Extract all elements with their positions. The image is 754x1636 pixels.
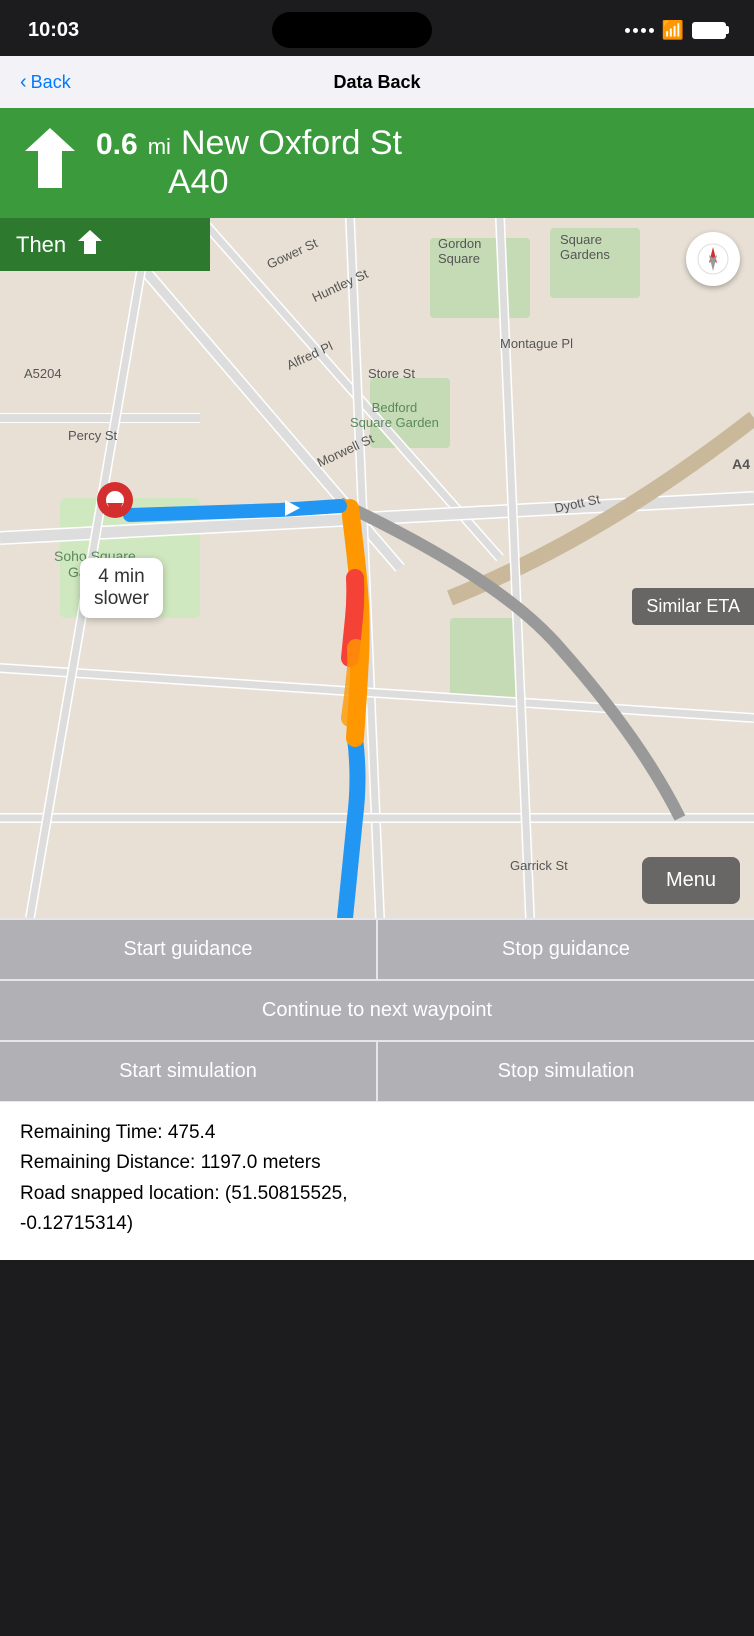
coordinates: -0.12715314) — [20, 1209, 734, 1239]
info-area: Remaining Time: 475.4 Remaining Distance… — [0, 1101, 754, 1260]
traffic-tooltip: 4 min slower — [80, 558, 163, 618]
compass-icon — [697, 243, 729, 275]
then-label: Then — [16, 232, 66, 258]
nav-banner: 0.6 mi New Oxford St A40 — [0, 108, 754, 218]
turn-arrow-icon — [20, 123, 80, 203]
waypoint-button-row: Continue to next waypoint — [0, 981, 754, 1040]
simulation-button-row: Start simulation Stop simulation — [0, 1042, 754, 1101]
nav-street-info: 0.6 mi New Oxford St A40 — [96, 124, 402, 202]
street-label-garrick: Garrick St — [510, 858, 568, 873]
stop-simulation-button[interactable]: Stop simulation — [378, 1042, 754, 1101]
status-bar: 10:03 📶 — [0, 0, 754, 56]
compass[interactable] — [686, 232, 740, 286]
nav-distance-unit: mi — [148, 134, 171, 160]
nav-main-row: 0.6 mi New Oxford St A40 — [20, 123, 734, 203]
road-snapped: Road snapped location: (51.50815525, — [20, 1179, 734, 1209]
continue-waypoint-button[interactable]: Continue to next waypoint — [0, 981, 754, 1040]
street-label-store: Store St — [368, 366, 415, 381]
back-label: Back — [31, 72, 71, 93]
status-icons: 📶 — [625, 20, 726, 41]
map-container: Then — [0, 218, 754, 918]
street-label-percy: Percy St — [68, 428, 117, 443]
menu-button[interactable]: Menu — [642, 857, 740, 904]
street-label-a4: A4 — [732, 456, 750, 472]
traffic-tooltip-line2: slower — [94, 588, 149, 609]
street-label-square-gardens: SquareGardens — [560, 232, 610, 262]
back-button[interactable]: ‹ Back — [20, 71, 71, 94]
then-turn-icon — [76, 228, 104, 261]
nav-street-name: New Oxford St — [181, 124, 402, 163]
signal-icon — [625, 28, 654, 33]
status-time: 10:03 — [28, 19, 79, 42]
notch — [272, 12, 432, 48]
park-label-bedford: BedfordSquare Garden — [350, 400, 439, 430]
then-bar: Then — [0, 218, 210, 271]
street-label-gordon: GordonSquare — [438, 236, 481, 266]
street-label-a5204: A5204 — [24, 366, 62, 381]
remaining-distance: Remaining Distance: 1197.0 meters — [20, 1148, 734, 1178]
battery-icon — [692, 22, 726, 39]
stop-guidance-button[interactable]: Stop guidance — [378, 920, 754, 979]
remaining-time: Remaining Time: 475.4 — [20, 1118, 734, 1148]
wifi-icon: 📶 — [662, 20, 684, 41]
start-simulation-button[interactable]: Start simulation — [0, 1042, 376, 1101]
back-chevron-icon: ‹ — [20, 71, 27, 94]
nav-distance-value: 0.6 — [96, 128, 138, 162]
controls-area: Start guidance Stop guidance Continue to… — [0, 918, 754, 1101]
nav-title: Data Back — [333, 72, 420, 93]
nav-road-id: A40 — [168, 163, 402, 202]
street-label-montague: Montague Pl — [500, 336, 573, 351]
similar-eta-label: Similar ETA — [632, 588, 754, 625]
guidance-button-row: Start guidance Stop guidance — [0, 920, 754, 979]
map-area[interactable]: Gower St Huntley St GordonSquare SquareG… — [0, 218, 754, 918]
start-guidance-button[interactable]: Start guidance — [0, 920, 376, 979]
nav-bar: ‹ Back Data Back — [0, 56, 754, 108]
traffic-tooltip-line1: 4 min — [98, 566, 144, 587]
